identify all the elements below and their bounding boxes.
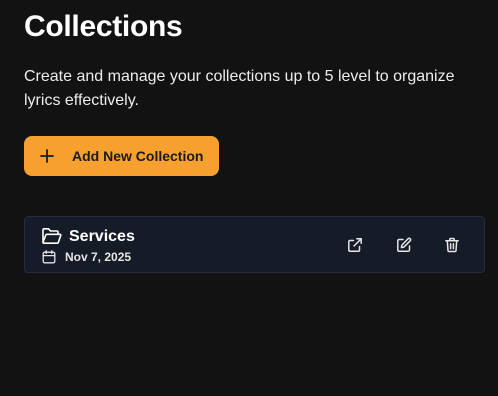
plus-icon	[39, 148, 55, 164]
collections-page: Collections Create and manage your colle…	[0, 0, 498, 396]
collection-card[interactable]: Services Nov 7, 2025	[24, 216, 485, 273]
collection-name[interactable]: Services	[69, 228, 135, 246]
page-description: Create and manage your collections up to…	[24, 68, 455, 109]
add-new-collection-button[interactable]: Add New Collection	[24, 136, 219, 176]
external-link-icon[interactable]	[346, 236, 364, 254]
collection-date: Nov 7, 2025	[65, 250, 132, 264]
add-new-collection-label: Add New Collection	[72, 148, 204, 164]
page-title: Collections	[24, 10, 183, 43]
edit-icon[interactable]	[395, 236, 413, 254]
trash-icon[interactable]	[443, 236, 461, 254]
calendar-icon	[42, 250, 56, 264]
folder-open-icon	[41, 227, 62, 245]
